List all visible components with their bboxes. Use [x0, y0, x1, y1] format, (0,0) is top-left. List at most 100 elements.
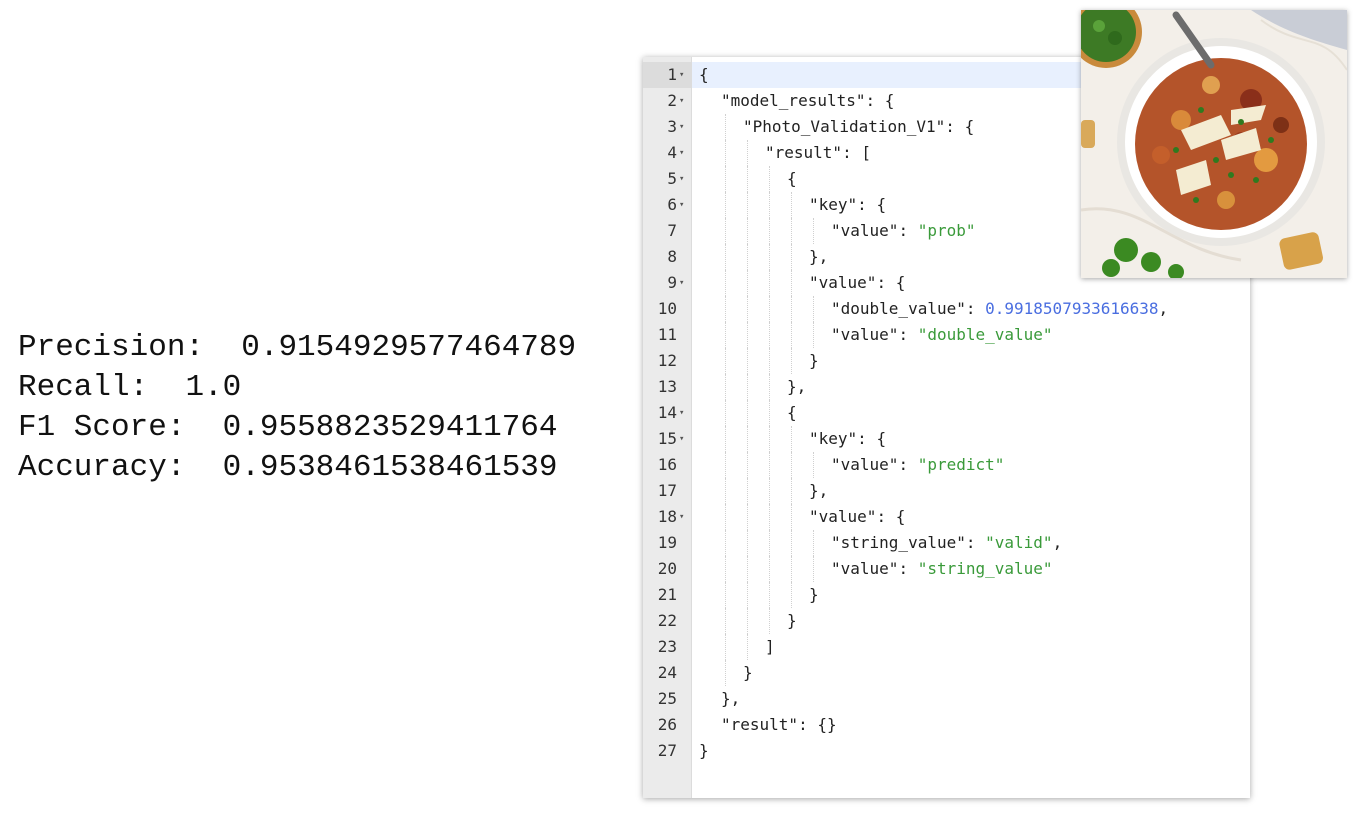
line-number: 11: [657, 325, 677, 344]
code-text: },: [809, 478, 828, 504]
code-text: "key": {: [809, 192, 886, 218]
line-number: 1: [667, 65, 677, 84]
string-token: "predict": [917, 455, 1005, 474]
code-line[interactable]: 26 "result": {}: [643, 712, 1250, 738]
code-line[interactable]: 27}: [643, 738, 1250, 764]
punctuation-token: },: [721, 689, 741, 708]
code-line[interactable]: 25},: [643, 686, 1250, 712]
code-text: "key": {: [809, 426, 886, 452]
line-number: 24: [657, 663, 677, 682]
code-line[interactable]: 16 "value": "predict": [643, 452, 1250, 478]
indent-guide: [769, 192, 770, 218]
fold-toggle-icon[interactable]: ▾: [679, 192, 684, 218]
line-number: 18: [657, 507, 677, 526]
key-token: "value": [831, 559, 899, 578]
indent-guide: [769, 556, 770, 582]
indent-guide: [791, 426, 792, 452]
indent-guide: [747, 140, 748, 166]
code-line[interactable]: 24}: [643, 660, 1250, 686]
code-line[interactable]: 11 "value": "double_value": [643, 322, 1250, 348]
indent-guide: [769, 322, 770, 348]
metric-f1-score: F1 Score: 0.9558823529411764: [18, 410, 558, 445]
punctuation-token: : {: [876, 507, 906, 526]
fold-toggle-icon[interactable]: ▾: [679, 426, 684, 452]
punctuation-token: ,: [1052, 533, 1063, 552]
punctuation-token: :: [965, 533, 986, 552]
punctuation-token: {: [787, 403, 797, 422]
code-line[interactable]: 15 ▾ "key": {: [643, 426, 1250, 452]
indent-guide: [725, 452, 726, 478]
line-number: 15: [657, 429, 677, 448]
indent-guide: [791, 530, 792, 556]
punctuation-token: ]: [765, 637, 775, 656]
indent-guide: [747, 452, 748, 478]
indent-guide: [725, 634, 726, 660]
indent-guide: [747, 244, 748, 270]
punctuation-token: : {: [857, 195, 887, 214]
indent-guide: [725, 296, 726, 322]
indent-guide: [769, 426, 770, 452]
indent-guide: [747, 582, 748, 608]
code-line[interactable]: 21}: [643, 582, 1250, 608]
code-line[interactable]: 18 ▾ "value": {: [643, 504, 1250, 530]
line-number: 5: [667, 169, 677, 188]
indent-guide: [769, 400, 770, 426]
fold-toggle-icon[interactable]: ▾: [679, 114, 684, 140]
code-text: "value": "double_value": [831, 322, 1053, 348]
code-text: },: [809, 244, 828, 270]
indent-guide: [725, 166, 726, 192]
key-token: "model_results": [721, 91, 866, 110]
indent-guide: [725, 608, 726, 634]
code-line[interactable]: 14 ▾ {: [643, 400, 1250, 426]
fold-toggle-icon[interactable]: ▾: [679, 504, 684, 530]
code-line[interactable]: 12}: [643, 348, 1250, 374]
code-text: "value": {: [809, 270, 905, 296]
indent-guide: [725, 504, 726, 530]
fold-toggle-icon[interactable]: ▾: [679, 270, 684, 296]
key-token: "string_value": [831, 533, 966, 552]
line-number: 7: [667, 221, 677, 240]
indent-guide: [769, 348, 770, 374]
indent-guide: [725, 192, 726, 218]
fold-toggle-icon[interactable]: ▾: [679, 88, 684, 114]
indent-guide: [725, 660, 726, 686]
indent-guide: [791, 504, 792, 530]
indent-guide: [769, 504, 770, 530]
food-bowl-image: [1081, 10, 1347, 278]
fold-toggle-icon[interactable]: ▾: [679, 62, 684, 88]
indent-guide: [813, 452, 814, 478]
code-line[interactable]: 23]: [643, 634, 1250, 660]
fold-toggle-icon[interactable]: ▾: [679, 400, 684, 426]
code-line[interactable]: 20 "value": "string_value": [643, 556, 1250, 582]
indent-guide: [725, 530, 726, 556]
indent-guide: [747, 218, 748, 244]
code-line[interactable]: 13},: [643, 374, 1250, 400]
indent-guide: [725, 556, 726, 582]
key-token: "value": [831, 221, 899, 240]
line-number: 16: [657, 455, 677, 474]
fold-toggle-icon[interactable]: ▾: [679, 140, 684, 166]
punctuation-token: :: [965, 299, 986, 318]
indent-guide: [725, 478, 726, 504]
indent-guide: [791, 322, 792, 348]
line-number: 19: [657, 533, 677, 552]
line-number: 9: [667, 273, 677, 292]
code-line[interactable]: 10 "double_value": 0.9918507933616638,: [643, 296, 1250, 322]
code-line[interactable]: 17},: [643, 478, 1250, 504]
indent-guide: [769, 374, 770, 400]
line-number: 26: [657, 715, 677, 734]
code-line[interactable]: 19 "string_value": "valid",: [643, 530, 1250, 556]
indent-guide: [791, 348, 792, 374]
indent-guide: [725, 400, 726, 426]
key-token: "value": [831, 325, 899, 344]
line-number: 21: [657, 585, 677, 604]
indent-guide: [791, 582, 792, 608]
key-token: "double_value": [831, 299, 966, 318]
key-token: "value": [809, 273, 877, 292]
punctuation-token: : {: [945, 117, 975, 136]
indent-guide: [813, 530, 814, 556]
indent-guide: [725, 426, 726, 452]
code-line[interactable]: 22}: [643, 608, 1250, 634]
indent-guide: [725, 114, 726, 140]
fold-toggle-icon[interactable]: ▾: [679, 166, 684, 192]
